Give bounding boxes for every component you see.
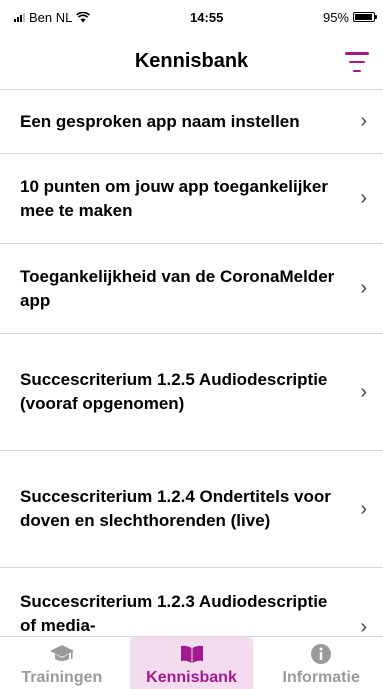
list-item[interactable]: 10 punten om jouw app toegankelijker mee… xyxy=(0,154,383,244)
status-left: Ben NL xyxy=(14,9,91,25)
tab-bar: Trainingen Kennisbank Informatie xyxy=(0,636,383,689)
filter-icon xyxy=(345,52,369,55)
chevron-right-icon: › xyxy=(360,110,367,132)
chevron-right-icon: › xyxy=(360,616,367,636)
chevron-right-icon: › xyxy=(360,277,367,299)
chevron-right-icon: › xyxy=(360,187,367,209)
list-item-label: Succescriterium 1.2.5 Audiodescriptie (v… xyxy=(20,370,328,413)
battery-icon xyxy=(353,12,377,22)
clock: 14:55 xyxy=(190,9,224,25)
graduation-cap-icon xyxy=(49,641,75,667)
list-item-label: Toegankelijkheid van de CoronaMelder app xyxy=(20,266,335,310)
status-right: 95% xyxy=(322,9,377,25)
book-icon xyxy=(179,641,205,667)
article-list: Een gesproken app naam instellen › 10 pu… xyxy=(0,90,383,636)
info-icon xyxy=(310,641,332,667)
wifi-icon xyxy=(76,11,91,22)
list-item[interactable]: Een gesproken app naam instellen › xyxy=(0,90,383,154)
carrier-label: Ben NL xyxy=(29,9,73,25)
filter-button[interactable] xyxy=(345,52,369,72)
tab-informatie[interactable]: Informatie xyxy=(259,637,383,689)
tab-label: Kennisbank xyxy=(146,669,237,686)
list-item-label: Een gesproken app naam instellen xyxy=(20,111,300,131)
list-item[interactable]: Succescriterium 1.2.4 Ondertitels voor d… xyxy=(0,451,383,568)
list-item-label: 10 punten om jouw app toegankelijker mee… xyxy=(20,176,328,220)
list-item-label: Succescriterium 1.2.4 Ondertitels voor d… xyxy=(20,487,331,530)
list-item[interactable]: Succescriterium 1.2.3 Audiodescriptie of… xyxy=(0,568,383,636)
tab-label: Informatie xyxy=(282,669,360,686)
list-item[interactable]: Succescriterium 1.2.5 Audiodescriptie (v… xyxy=(0,334,383,451)
chevron-right-icon: › xyxy=(360,497,367,520)
list-item-label: Succescriterium 1.2.3 Audiodescriptie of… xyxy=(20,592,328,635)
chevron-right-icon: › xyxy=(360,380,367,403)
nav-header: Kennisbank xyxy=(0,34,383,90)
tab-label: Trainingen xyxy=(21,669,103,686)
page-title: Kennisbank xyxy=(134,50,249,72)
battery-percent: 95% xyxy=(322,9,349,25)
tab-trainingen[interactable]: Trainingen xyxy=(0,637,124,689)
tab-kennisbank[interactable]: Kennisbank xyxy=(129,637,254,689)
status-bar: Ben NL 14:55 95% xyxy=(0,0,383,34)
signal-icon xyxy=(14,12,25,22)
list-item[interactable]: Toegankelijkheid van de CoronaMelder app… xyxy=(0,244,383,334)
